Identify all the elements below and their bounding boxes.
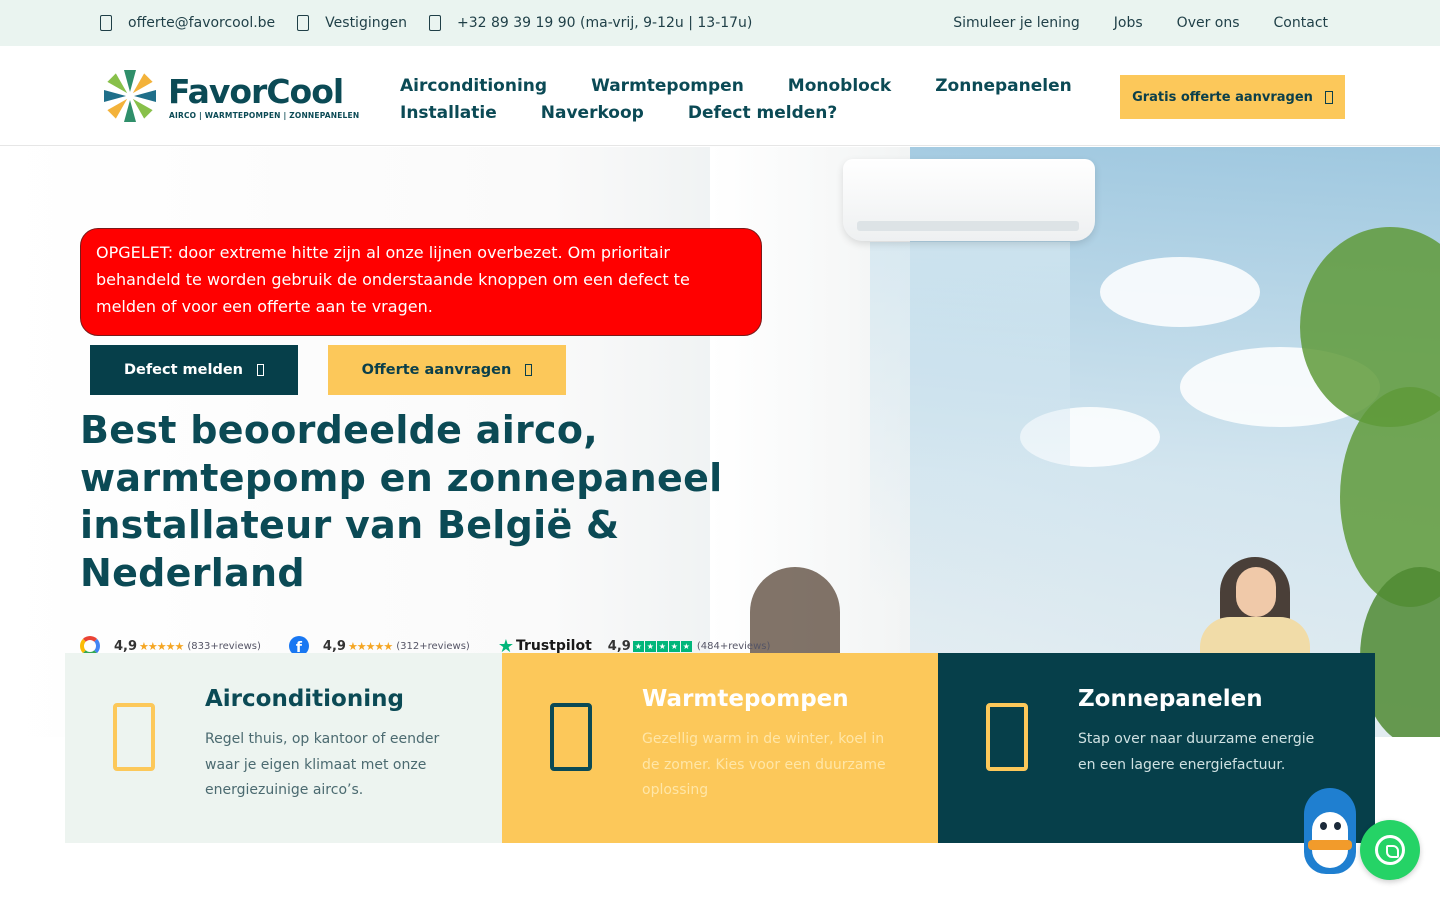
facebook-score: 4,9 xyxy=(322,638,346,654)
logo-tagline: AIRCO | WARMTEPOMPEN | ZONNEPANELEN xyxy=(169,111,360,120)
hero-person-woman-shirt xyxy=(1200,617,1310,657)
nav-item-naverkoop[interactable]: Naverkoop xyxy=(541,103,644,123)
email-link[interactable]: offerte@favorcool.be xyxy=(100,15,275,31)
penguin-chatbot-icon[interactable] xyxy=(1298,782,1360,878)
main-header: FavorCool AIRCO | WARMTEPOMPEN | ZONNEPA… xyxy=(0,46,1440,146)
snowflake-icon xyxy=(113,703,155,771)
trustpilot-review-count: (484+reviews) xyxy=(696,640,771,652)
card-text: Gezellig warm in de winter, koel in de z… xyxy=(642,731,886,798)
phone-icon xyxy=(428,15,441,31)
link-over-ons[interactable]: Over ons xyxy=(1177,15,1240,31)
phone-text: +32 89 39 19 90 (ma-vrij, 9-12u | 13-17u… xyxy=(456,15,753,31)
nav-item-defect-melden[interactable]: Defect melden? xyxy=(688,103,837,123)
facebook-review-count: (312+reviews) xyxy=(396,640,470,652)
solar-panel-icon xyxy=(986,703,1028,771)
logo-flower-icon xyxy=(104,70,156,122)
offerte-aanvragen-button[interactable]: Offerte aanvragen xyxy=(328,345,566,395)
logo-wordmark: FavorCool xyxy=(168,72,344,111)
heat-pump-icon xyxy=(550,703,592,771)
arrow-right-icon xyxy=(1324,90,1333,104)
email-text: offerte@favorcool.be xyxy=(128,15,276,31)
heat-alert-banner: OPGELET: door extreme hitte zijn al onze… xyxy=(80,228,762,336)
map-pin-icon xyxy=(297,15,310,31)
nav-row-2: Installatie Naverkoop Defect melden? xyxy=(400,99,1100,126)
trustpilot-stars-icon: ★ ★ ★ ★ ★ xyxy=(632,640,692,652)
google-score: 4,9 xyxy=(114,638,138,654)
nav-item-monoblock[interactable]: Monoblock xyxy=(788,76,891,96)
hero-airflow xyxy=(870,242,1070,602)
hero-person-woman-face xyxy=(1236,567,1276,617)
google-review-count: (833+reviews) xyxy=(187,640,261,652)
trustpilot-label: Trustpilot xyxy=(515,638,592,654)
phone-link[interactable]: +32 89 39 19 90 (ma-vrij, 9-12u | 13-17u… xyxy=(428,15,753,31)
link-simuleer-lening[interactable]: Simuleer je lening xyxy=(953,15,1080,31)
nav-item-warmtepompen[interactable]: Warmtepompen xyxy=(591,76,744,96)
card-airconditioning[interactable]: Airconditioning Regel thuis, op kantoor … xyxy=(65,653,502,843)
card-warmtepompen[interactable]: Warmtepompen Gezellig warm in de winter,… xyxy=(502,653,938,843)
card-title: Zonnepanelen xyxy=(1078,686,1263,712)
locations-text: Vestigingen xyxy=(325,15,407,31)
whatsapp-button[interactable] xyxy=(1360,820,1420,880)
arrow-right-icon xyxy=(257,364,265,376)
offerte-aanvragen-label: Offerte aanvragen xyxy=(361,362,512,378)
hero-airco-unit-image xyxy=(843,159,1095,241)
logo[interactable]: FavorCool AIRCO | WARMTEPOMPEN | ZONNEPA… xyxy=(100,66,359,128)
link-contact[interactable]: Contact xyxy=(1274,15,1328,31)
top-bar-links: Simuleer je lening Jobs Over ons Contact xyxy=(919,0,1328,46)
whatsapp-icon xyxy=(1375,835,1405,865)
arrow-right-icon xyxy=(525,364,533,376)
nav-item-airconditioning[interactable]: Airconditioning xyxy=(400,76,547,96)
hero-section: OPGELET: door extreme hitte zijn al onze… xyxy=(0,147,1440,737)
trustpilot-score: 4,9 xyxy=(607,638,631,654)
star-rating-icon: ★★★★★ xyxy=(347,639,393,653)
card-title: Warmtepompen xyxy=(642,686,849,712)
gratis-offerte-label: Gratis offerte aanvragen xyxy=(1132,89,1313,105)
nav-row-1: Airconditioning Warmtepompen Monoblock Z… xyxy=(400,72,1100,99)
nav-item-installatie[interactable]: Installatie xyxy=(400,103,497,123)
top-bar: offerte@favorcool.be Vestigingen +32 89 … xyxy=(0,0,1440,46)
card-text: Regel thuis, op kantoor of eender waar j… xyxy=(205,731,440,798)
locations-link[interactable]: Vestigingen xyxy=(297,15,407,31)
card-title: Airconditioning xyxy=(205,686,404,712)
defect-melden-button[interactable]: Defect melden xyxy=(90,345,298,395)
card-text: Stap over naar duurzame energie en een l… xyxy=(1078,731,1315,773)
hero-cloud xyxy=(1100,257,1260,327)
star-rating-icon: ★★★★★ xyxy=(139,639,184,653)
mail-icon xyxy=(100,15,112,31)
nav-item-zonnepanelen[interactable]: Zonnepanelen xyxy=(935,76,1071,96)
link-jobs[interactable]: Jobs xyxy=(1114,15,1143,31)
defect-melden-label: Defect melden xyxy=(123,362,244,378)
top-bar-contact: offerte@favorcool.be Vestigingen +32 89 … xyxy=(100,0,774,46)
hero-headline: Best beoordeelde airco, warmtepomp en zo… xyxy=(80,408,723,595)
gratis-offerte-button[interactable]: Gratis offerte aanvragen xyxy=(1120,75,1345,119)
main-nav: Airconditioning Warmtepompen Monoblock Z… xyxy=(400,72,1100,126)
